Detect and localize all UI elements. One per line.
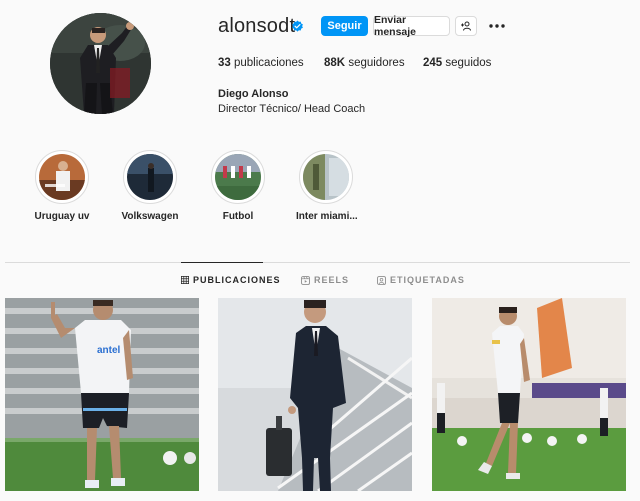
highlight-cover xyxy=(303,154,349,200)
add-person-icon xyxy=(461,21,471,31)
profile-avatar[interactable] xyxy=(50,13,151,114)
tab-publicaciones[interactable]: PUBLICACIONES xyxy=(181,275,281,285)
highlight-cover xyxy=(39,154,85,200)
shirt-text: antel xyxy=(97,345,121,356)
active-tab-indicator xyxy=(181,262,263,263)
posts-count-value: 33 xyxy=(218,57,231,69)
highlight-ring xyxy=(211,150,265,204)
followers-count-label: seguidores xyxy=(348,57,405,69)
highlight-label: Volkswagen xyxy=(121,211,179,222)
follow-button[interactable]: Seguir xyxy=(321,16,368,36)
highlight-cover xyxy=(215,154,261,200)
highlight-ring xyxy=(299,150,353,204)
post-tile[interactable]: antel xyxy=(5,298,199,491)
followers-count[interactable]: 88K seguidores xyxy=(324,57,405,69)
highlight-cover xyxy=(127,154,173,200)
highlight-volkswagen[interactable]: Volkswagen xyxy=(120,150,180,222)
verified-badge-icon xyxy=(291,20,304,33)
highlight-futbol[interactable]: Futbol xyxy=(208,150,268,222)
send-message-button[interactable]: Enviar mensaje xyxy=(373,14,450,38)
profile-bio: Director Técnico/ Head Coach xyxy=(218,103,366,115)
reels-icon xyxy=(301,275,310,285)
highlight-uruguay[interactable]: Uruguay uv xyxy=(32,150,92,222)
following-count-label: seguidos xyxy=(445,57,492,69)
highlight-ring xyxy=(35,150,89,204)
following-count-value: 245 xyxy=(423,57,443,69)
profile-username: alonsodt xyxy=(218,15,296,37)
highlight-label: Uruguay uv xyxy=(34,211,90,222)
suggested-accounts-button[interactable] xyxy=(455,16,477,36)
followers-count-value: 88K xyxy=(324,57,346,69)
profile-full-name: Diego Alonso xyxy=(218,88,289,100)
grid-icon xyxy=(181,276,189,284)
more-options-icon xyxy=(489,24,505,28)
tab-label: ETIQUETADAS xyxy=(390,275,465,285)
highlight-ring xyxy=(123,150,177,204)
tab-reels[interactable]: REELS xyxy=(301,275,349,285)
posts-count-label: publicaciones xyxy=(234,57,304,69)
tab-etiquetadas[interactable]: ETIQUETADAS xyxy=(377,275,465,285)
profile-divider xyxy=(5,262,630,263)
highlight-inter-miami[interactable]: Inter miami... xyxy=(296,150,358,222)
tagged-icon xyxy=(377,275,386,285)
post-tile[interactable] xyxy=(218,298,412,491)
posts-count: 33 publicaciones xyxy=(218,57,304,69)
more-options-button[interactable] xyxy=(487,18,507,34)
following-count[interactable]: 245 seguidos xyxy=(423,57,491,69)
highlight-label: Futbol xyxy=(222,211,254,222)
tab-label: PUBLICACIONES xyxy=(193,275,281,285)
tab-label: REELS xyxy=(314,275,350,285)
highlight-label: Inter miami... xyxy=(296,211,358,222)
post-tile[interactable]: dhal xyxy=(432,298,626,491)
